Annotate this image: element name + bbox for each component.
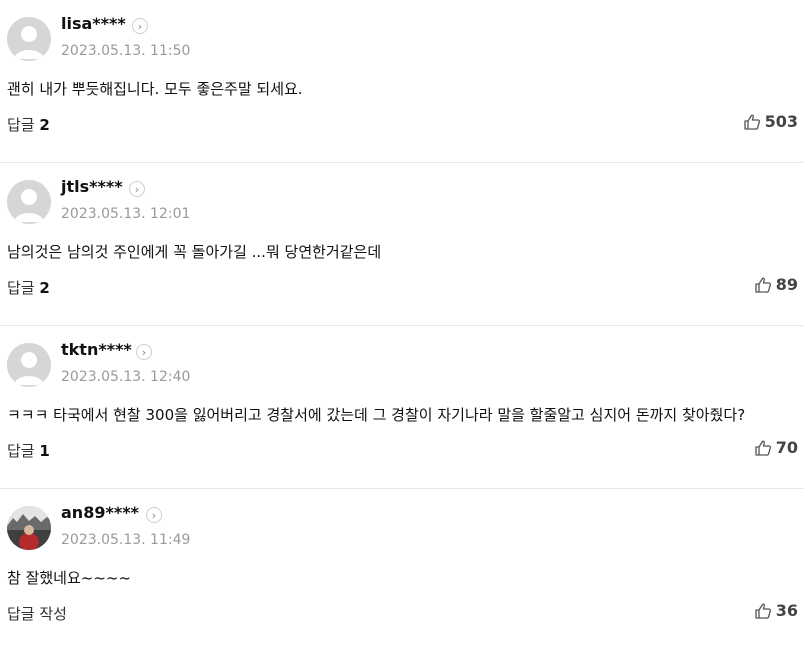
comment-text: 참 잘했네요~~~~ [7,569,132,587]
photo-avatar-icon [7,506,51,550]
nickname[interactable]: an89**** [61,503,139,522]
nickname[interactable]: lisa**** [61,14,126,33]
reply-button[interactable]: 답글 1 [7,440,50,461]
chevron-right-icon[interactable]: › [146,507,162,523]
avatar[interactable] [7,343,51,387]
comment-list: lisa**** › 2023.05.13. 11:50 괜히 내가 뿌듯해집니… [0,0,804,652]
reply-label: 답글 작성 [7,605,67,623]
comment-item: tktn**** › 2023.05.13. 12:40 ㅋㅋㅋ 타국에서 현찰… [0,326,804,489]
comment-text: 남의것은 남의것 주인에게 꼭 돌아가길 ...뭐 당연한거같은데 [7,243,382,261]
comment-date: 2023.05.13. 11:49 [61,532,191,548]
reply-count: 1 [39,442,50,460]
like-count: 70 [775,438,798,457]
chevron-right-icon[interactable]: › [129,181,145,197]
like-count: 36 [775,601,798,620]
reply-label: 답글 [7,116,35,134]
comment-date: 2023.05.13. 12:40 [61,369,191,385]
reply-button[interactable]: 답글 2 [7,114,50,135]
like-button[interactable]: 36 [754,601,798,620]
comment-item: an89**** › 2023.05.13. 11:49 참 잘했네요~~~~ … [0,489,804,652]
reply-label: 답글 [7,279,35,297]
reply-button[interactable]: 답글 작성 [7,603,67,624]
comment-text: 괜히 내가 뿌듯해집니다. 모두 좋은주말 되세요. [7,80,303,98]
comment-date: 2023.05.13. 11:50 [61,43,191,59]
thumbs-up-icon [755,440,771,456]
nickname[interactable]: tktn**** [61,340,132,359]
like-button[interactable]: 70 [754,438,798,457]
default-avatar-icon [7,17,51,61]
reply-count: 2 [39,116,50,134]
avatar[interactable] [7,180,51,224]
reply-button[interactable]: 답글 2 [7,277,50,298]
default-avatar-icon [7,180,51,224]
like-button[interactable]: 503 [743,112,798,131]
chevron-right-icon[interactable]: › [132,18,148,34]
thumbs-up-icon [755,603,771,619]
comment-date: 2023.05.13. 12:01 [61,206,191,222]
comment-text: ㅋㅋㅋ 타국에서 현찰 300을 잃어버리고 경찰서에 갔는데 그 경찰이 자기… [7,406,746,424]
thumbs-up-icon [755,277,771,293]
avatar[interactable] [7,17,51,61]
chevron-right-icon[interactable]: › [136,344,152,360]
default-avatar-icon [7,343,51,387]
like-button[interactable]: 89 [754,275,798,294]
comment-item: jtls**** › 2023.05.13. 12:01 남의것은 남의것 주인… [0,163,804,326]
reply-label: 답글 [7,442,35,460]
nickname[interactable]: jtls**** [61,177,123,196]
like-count: 89 [775,275,798,294]
avatar[interactable] [7,506,51,550]
reply-count: 2 [39,279,50,297]
comment-item: lisa**** › 2023.05.13. 11:50 괜히 내가 뿌듯해집니… [0,0,804,163]
like-count: 503 [764,112,798,131]
thumbs-up-icon [743,114,760,130]
